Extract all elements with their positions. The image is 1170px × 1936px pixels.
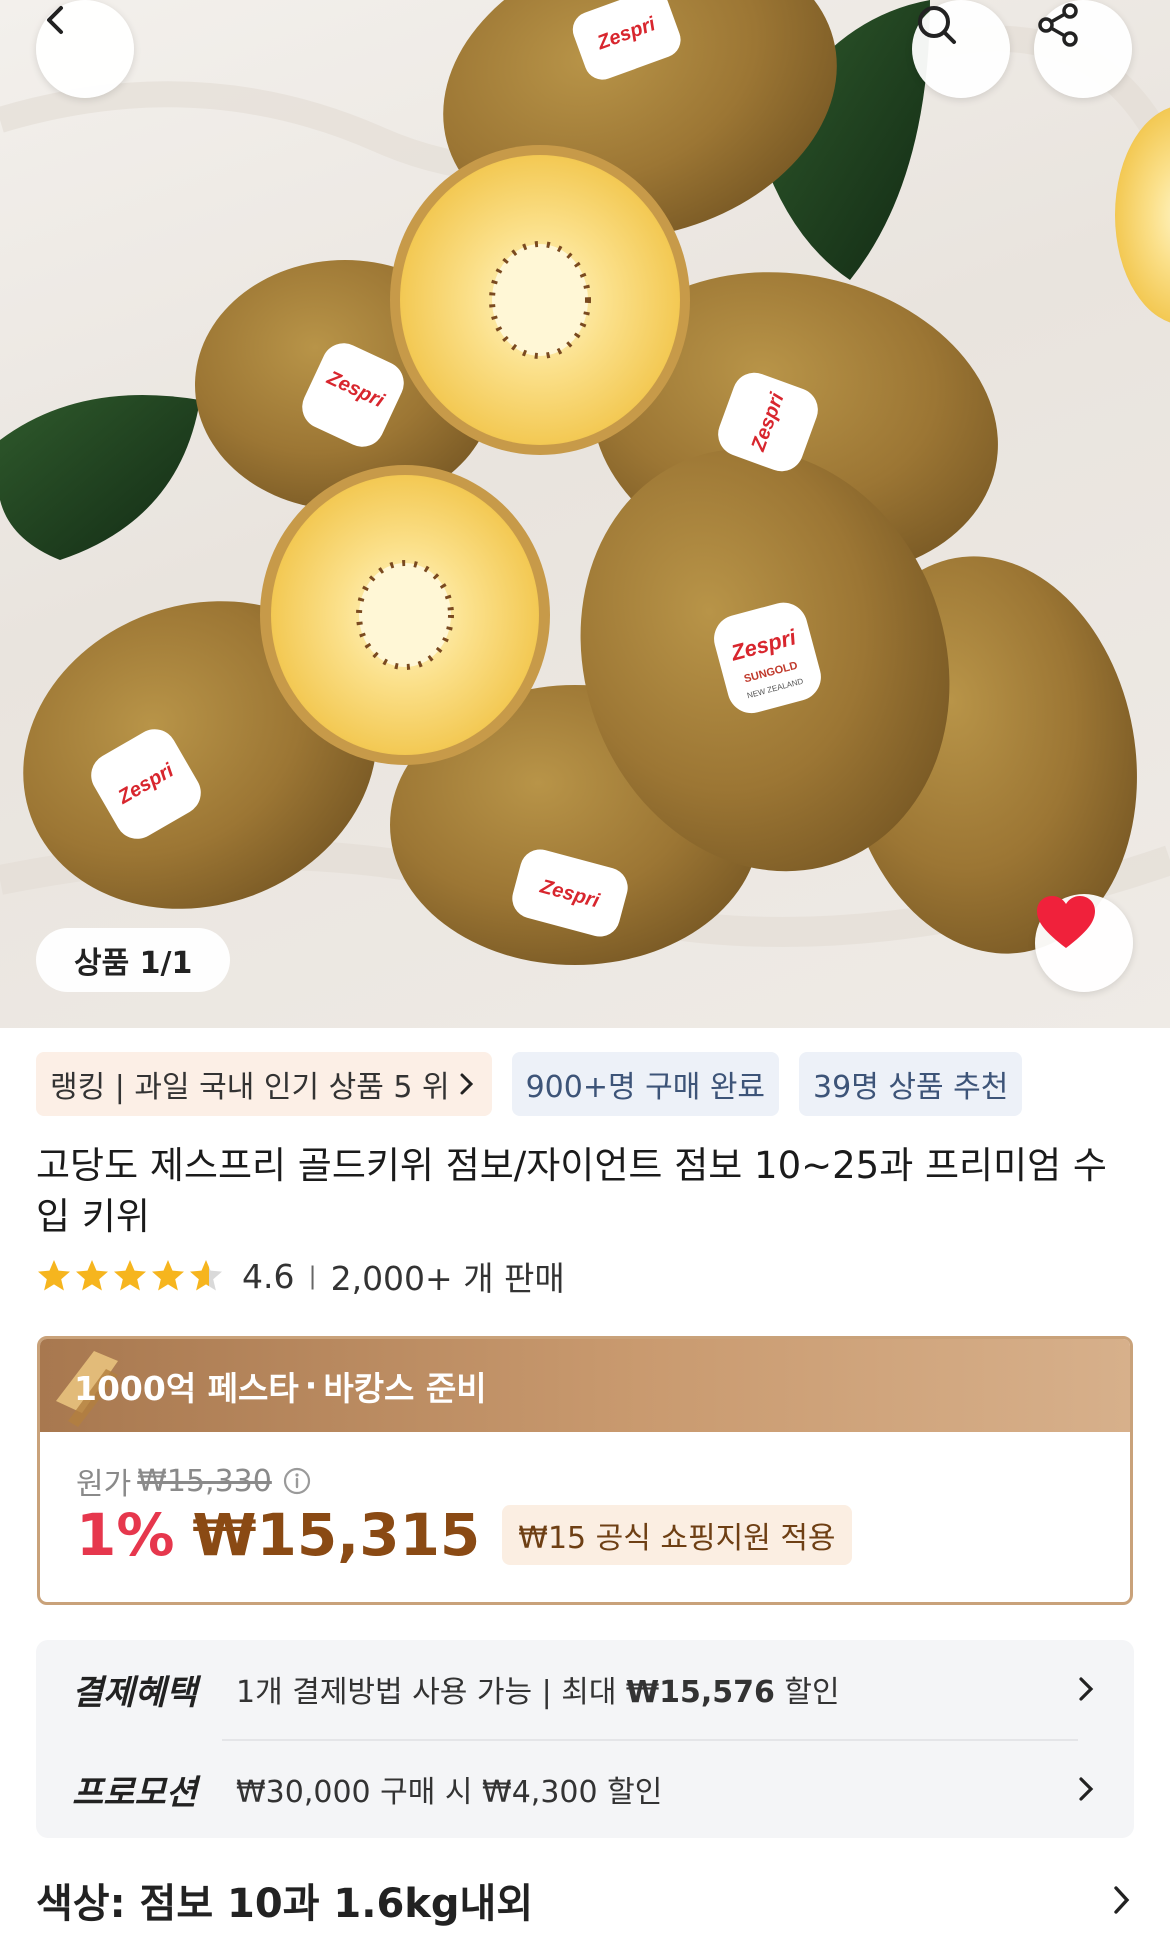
sold-count: 2,000+ 개 판매 <box>330 1259 565 1298</box>
payment-benefit-text: 1개 결제방법 사용 가능 | 최대 ₩15,576 할인 <box>236 1675 840 1710</box>
share-icon <box>1038 3 1078 47</box>
product-photo: Zespri SUNGOLD NEW ZEALAND Zespri Zespri… <box>0 0 1170 965</box>
divider: | <box>308 1262 317 1290</box>
rating-value: 4.6 <box>242 1256 295 1296</box>
ranking-text: 랭킹 | 과일 국내 인기 상품 5 위 <box>50 1070 450 1105</box>
option-label: 색상: 점보 10과 1.6kg내외 <box>36 1881 534 1927</box>
shopping-support-badge: ₩15 공식 쇼핑지원 적용 <box>502 1505 852 1565</box>
benefits-box: 결제혜택 1개 결제방법 사용 가능 | 최대 ₩15,576 할인 프로모션 … <box>36 1640 1134 1838</box>
payment-benefit-label: 결제혜택 <box>72 1672 198 1713</box>
promotion-text: ₩30,000 구매 시 ₩4,300 할인 <box>236 1775 663 1810</box>
heart-icon <box>1037 896 1095 948</box>
search-button[interactable] <box>912 0 1010 98</box>
rating-row[interactable]: 4.6 | 2,000+ 개 판매 <box>36 1252 565 1300</box>
chevron-right-icon <box>1114 1886 1130 1914</box>
chevron-left-icon <box>47 6 63 34</box>
product-title: 고당도 제스프리 골드키위 점보/자이언트 점보 10~25과 프리미엄 수입 … <box>36 1144 1107 1238</box>
star-rating <box>36 1258 224 1294</box>
original-price: ₩15,330 <box>137 1463 272 1499</box>
star-icon <box>38 1260 70 1291</box>
info-icon[interactable] <box>282 1466 312 1496</box>
sale-price: ₩15,315 <box>192 1501 481 1569</box>
recommend-count-chip: 39명 상품 추천 <box>799 1052 1023 1116</box>
payment-benefit-row[interactable]: 결제혜택 1개 결제방법 사용 가능 | 최대 ₩15,576 할인 <box>72 1640 1098 1738</box>
ranking-chip[interactable]: 랭킹 | 과일 국내 인기 상품 5 위 <box>36 1052 492 1116</box>
wishlist-button[interactable] <box>1035 894 1133 992</box>
event-name: 1000억 페스타 <box>74 1368 299 1408</box>
share-button[interactable] <box>1034 0 1132 98</box>
promotion-row[interactable]: 프로모션 ₩30,000 구매 시 ₩4,300 할인 <box>72 1740 1098 1838</box>
price-box: 1000억 페스타 · 바캉스 준비 원가 ₩15,330 1% ₩15,315… <box>37 1336 1133 1605</box>
price-row: 1% ₩15,315 ₩15 공식 쇼핑지원 적용 <box>76 1501 852 1569</box>
option-selector[interactable]: 색상: 점보 10과 1.6kg내외 <box>36 1870 1134 1930</box>
chevron-right-icon <box>460 1073 473 1095</box>
star-icon <box>190 1260 222 1291</box>
event-banner: 1000억 페스타 · 바캉스 준비 <box>40 1339 1130 1432</box>
back-button[interactable] <box>36 0 134 98</box>
product-image-gallery[interactable]: Zespri SUNGOLD NEW ZEALAND Zespri Zespri… <box>0 0 1170 1028</box>
chevron-right-icon <box>1079 1777 1094 1801</box>
star-icon <box>114 1260 146 1291</box>
original-price-label: 원가 <box>76 1467 132 1502</box>
purchase-count-chip: 900+명 구매 완료 <box>511 1052 780 1116</box>
star-icon <box>152 1260 184 1291</box>
promotion-label: 프로모션 <box>72 1772 198 1813</box>
search-icon <box>918 6 956 44</box>
original-price-row: 원가 ₩15,330 <box>76 1459 312 1503</box>
event-subtitle: 바캉스 준비 <box>323 1368 487 1408</box>
product-badges: 랭킹 | 과일 국내 인기 상품 5 위 900+명 구매 완료 39명 상품 … <box>36 1052 1023 1116</box>
image-counter: 상품 1/1 <box>36 928 231 992</box>
chevron-right-icon <box>1079 1677 1094 1701</box>
star-icon <box>76 1260 108 1291</box>
discount-rate: 1% <box>76 1501 175 1569</box>
